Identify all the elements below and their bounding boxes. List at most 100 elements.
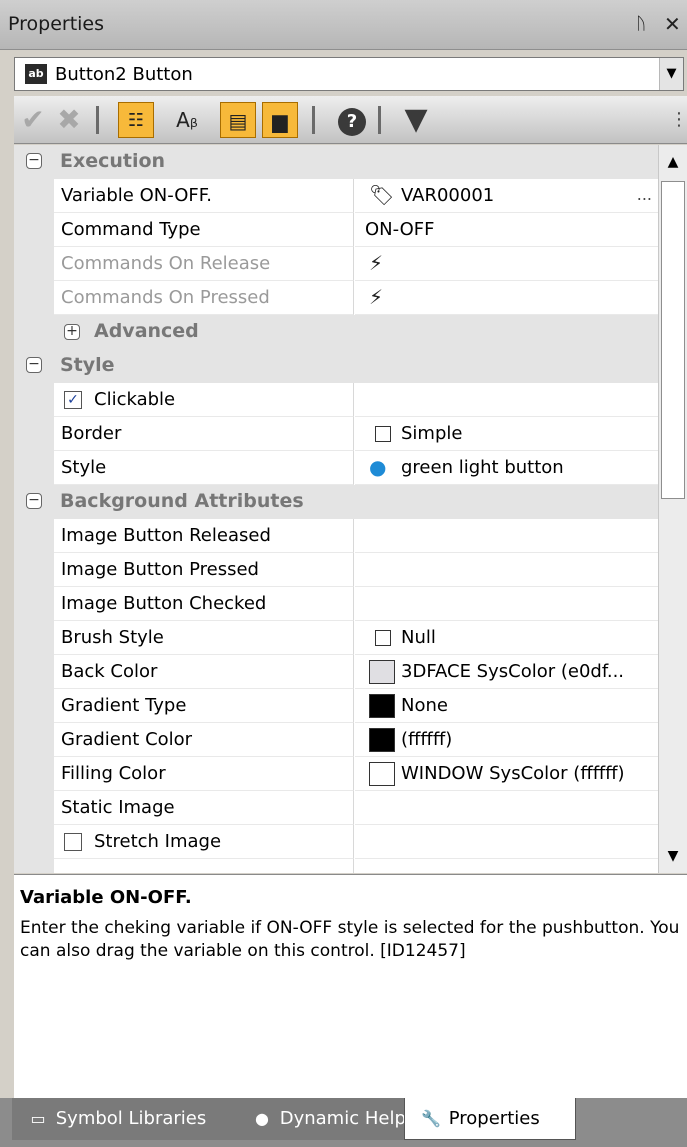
row-margin <box>14 451 54 485</box>
property-row-back-color[interactable]: Back Color 3DFACE SysColor (e0df... <box>14 655 658 689</box>
collapse-icon[interactable]: − <box>26 493 42 509</box>
property-row-gradient-color[interactable]: Gradient Color (ffffff) <box>14 723 658 757</box>
property-row-variable-on-off[interactable]: Variable ON-OFF. 🏷 VAR00001 ... <box>14 179 658 213</box>
property-name: Gradient Type <box>54 689 354 723</box>
property-row-image-button-pressed[interactable]: Image Button Pressed <box>14 553 658 587</box>
property-value[interactable]: 3DFACE SysColor (e0df... <box>355 655 658 689</box>
library-icon: ▭ <box>30 1109 46 1128</box>
property-value[interactable] <box>355 553 658 587</box>
toolbar-separator <box>378 106 381 134</box>
row-margin <box>14 757 54 791</box>
collapse-icon[interactable]: − <box>26 153 42 169</box>
description-pane: Variable ON-OFF. Enter the cheking varia… <box>14 874 687 1098</box>
description-title: Variable ON-OFF. <box>20 887 192 908</box>
category-style[interactable]: − Style <box>14 349 658 383</box>
property-value[interactable] <box>355 587 658 621</box>
vertical-scrollbar[interactable]: ▲ ▼ <box>658 145 687 873</box>
property-value[interactable]: ● green light button <box>355 451 658 485</box>
property-row-brush-style[interactable]: Brush Style Null <box>14 621 658 655</box>
category-advanced[interactable]: + Advanced <box>14 315 658 349</box>
row-margin <box>14 519 54 553</box>
object-selector[interactable]: ab Button2 Button ▼ <box>14 57 684 91</box>
toolbar-separator <box>312 106 315 134</box>
property-row-filling-color[interactable]: Filling Color WINDOW SysColor (ffffff) <box>14 757 658 791</box>
property-row-style[interactable]: Style ● green light button <box>14 451 658 485</box>
tab-label: Properties <box>448 1108 540 1129</box>
property-value[interactable]: 🏷 VAR00001 ... <box>355 179 658 213</box>
property-value[interactable] <box>355 383 658 417</box>
property-value[interactable]: Simple <box>355 417 658 451</box>
help-icon[interactable]: ? <box>334 102 370 138</box>
property-name: Back Color <box>54 655 354 689</box>
property-row-command-type[interactable]: Command Type ON-OFF <box>14 213 658 247</box>
categorized-icon[interactable]: ☷ <box>118 102 154 138</box>
stretch-image-checkbox[interactable] <box>64 833 82 851</box>
filter-icon[interactable]: ▼ <box>398 102 434 138</box>
toolbar-grip-icon[interactable]: ⋮ <box>670 102 687 138</box>
property-value[interactable] <box>355 825 658 859</box>
delete-icon[interactable]: ✖ <box>52 102 86 138</box>
row-margin <box>14 655 54 689</box>
row-margin <box>14 825 54 859</box>
close-icon[interactable]: ✕ <box>664 12 681 36</box>
alphabetical-icon[interactable]: Aᵦ <box>164 102 210 138</box>
property-row-image-button-released[interactable]: Image Button Released <box>14 519 658 553</box>
property-row-stretch-image[interactable]: Stretch Image <box>14 825 658 859</box>
property-name: Static Image <box>54 791 354 825</box>
property-value[interactable]: (ffffff) <box>355 723 658 757</box>
description-text: Enter the cheking variable if ON-OFF sty… <box>20 918 680 961</box>
title-bar: Properties ᚢ ✕ <box>0 0 687 50</box>
tab-dynamic-help[interactable]: ● Dynamic Help <box>236 1098 411 1140</box>
help-glyph: ? <box>338 108 366 136</box>
property-row-commands-on-release[interactable]: Commands On Release ⚡ <box>14 247 658 281</box>
check-icon[interactable]: ✔ <box>16 102 50 138</box>
tab-symbol-libraries[interactable]: ▭ Symbol Libraries <box>12 1098 238 1140</box>
property-row-border[interactable]: Border Simple <box>14 417 658 451</box>
expand-icon[interactable]: + <box>64 324 80 340</box>
row-margin <box>14 587 54 621</box>
browse-button[interactable]: ... <box>637 185 652 204</box>
filling-color-swatch <box>369 762 395 786</box>
property-value-text: Null <box>401 627 436 648</box>
property-row-image-button-checked[interactable]: Image Button Checked <box>14 587 658 621</box>
property-value[interactable]: Null <box>355 621 658 655</box>
property-row-commands-on-pressed[interactable]: Commands On Pressed ⚡ <box>14 281 658 315</box>
properties-icon[interactable]: ▤ <box>220 102 256 138</box>
property-row-static-image[interactable]: Static Image <box>14 791 658 825</box>
property-value-text: WINDOW SysColor (ffffff) <box>401 763 625 784</box>
property-value[interactable]: WINDOW SysColor (ffffff) <box>355 757 658 791</box>
property-row-clickable[interactable]: ✓ Clickable <box>14 383 658 417</box>
bottom-tab-bar: ▭ Symbol Libraries ● Dynamic Help 🔧 Prop… <box>0 1098 687 1147</box>
events-icon[interactable]: ▆ <box>262 102 298 138</box>
lightning-icon: ⚡ <box>369 251 384 275</box>
property-value[interactable]: ⚡ <box>355 247 658 281</box>
property-value[interactable]: ⚡ <box>355 281 658 315</box>
category-label: Advanced <box>94 320 199 342</box>
scroll-down-icon[interactable]: ▼ <box>659 839 687 873</box>
property-value[interactable]: None <box>355 689 658 723</box>
help-circle-icon: ● <box>255 1109 269 1128</box>
pin-icon[interactable]: ᚢ <box>636 14 646 34</box>
dropdown-arrow-icon[interactable]: ▼ <box>659 58 683 90</box>
category-background-attributes[interactable]: − Background Attributes <box>14 485 658 519</box>
scroll-thumb[interactable] <box>661 181 685 499</box>
lightning-icon: ⚡ <box>369 285 384 309</box>
property-row-gradient-type[interactable]: Gradient Type None <box>14 689 658 723</box>
clickable-checkbox[interactable]: ✓ <box>64 391 82 409</box>
properties-panel: Properties ᚢ ✕ ab Button2 Button ▼ ✔ ✖ ☷… <box>0 0 687 1147</box>
tab-properties[interactable]: 🔧 Properties <box>404 1098 576 1140</box>
property-name: Border <box>54 417 354 451</box>
collapse-icon[interactable]: − <box>26 357 42 373</box>
row-margin <box>14 179 54 213</box>
property-value[interactable] <box>355 791 658 825</box>
category-execution[interactable]: − Execution <box>14 145 658 179</box>
gradient-color-swatch <box>369 728 395 752</box>
variable-tag-icon: 🏷 <box>369 183 395 207</box>
toolbar-separator <box>96 106 99 134</box>
property-name: Brush Style <box>54 621 354 655</box>
property-value[interactable]: ON-OFF <box>355 213 658 247</box>
property-name: Commands On Pressed <box>54 281 354 315</box>
property-value[interactable] <box>355 519 658 553</box>
tab-label: Symbol Libraries <box>55 1108 207 1129</box>
scroll-up-icon[interactable]: ▲ <box>659 145 687 179</box>
